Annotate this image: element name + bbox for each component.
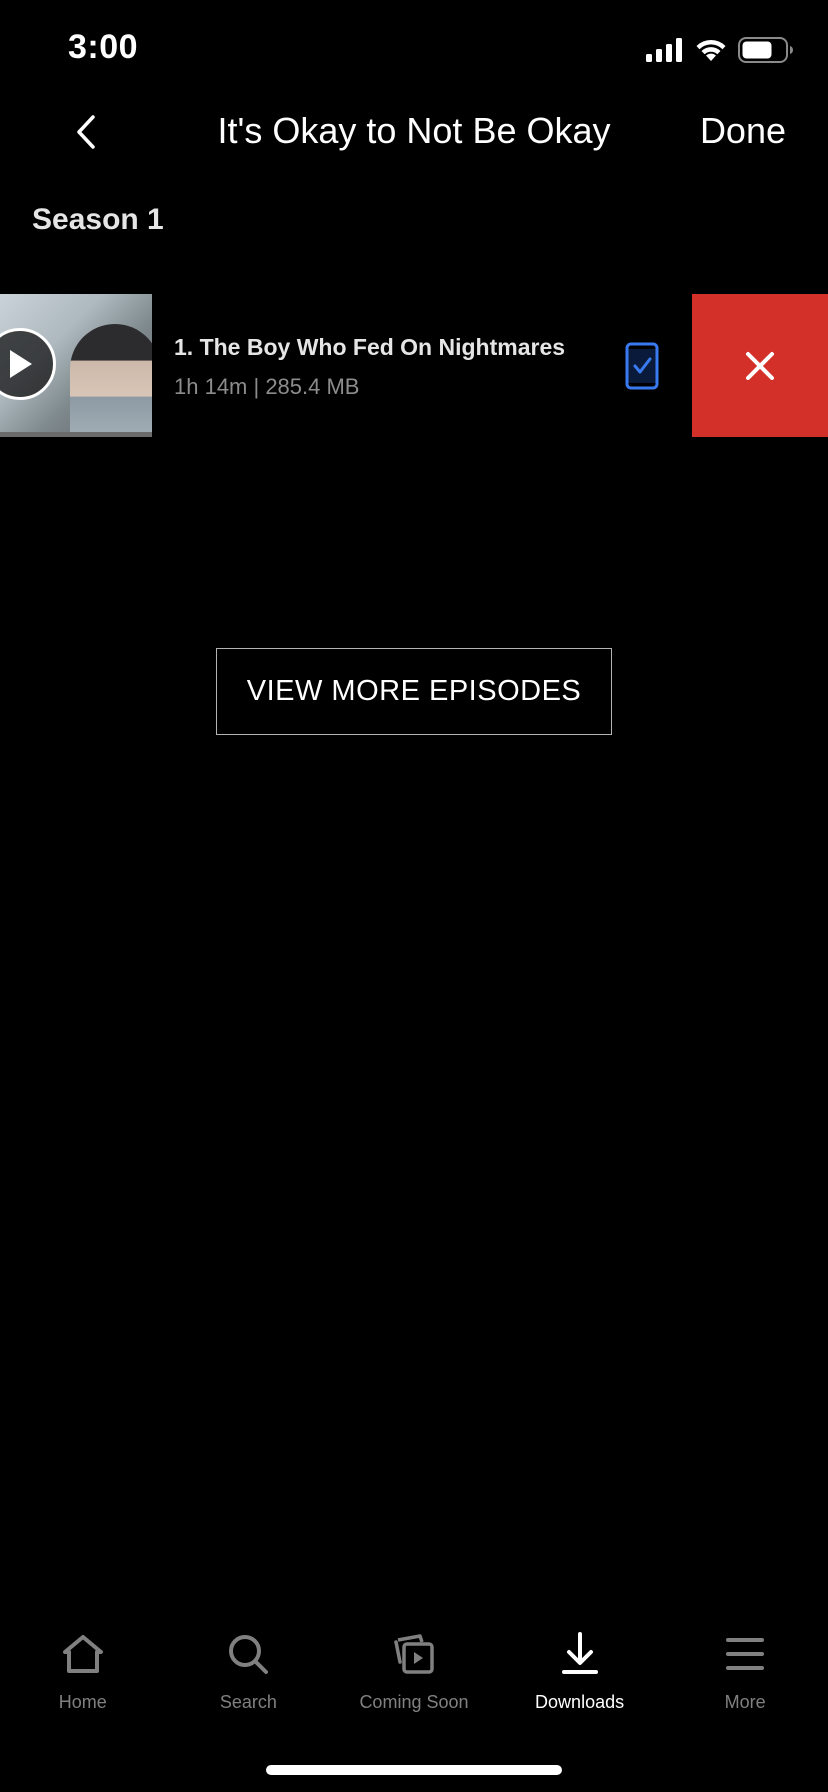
tab-downloads-label: Downloads [535, 1692, 625, 1712]
menu-icon [721, 1630, 769, 1678]
episode-meta: 1h 14m | 285.4 MB [174, 374, 360, 399]
tab-downloads[interactable]: Downloads [497, 1630, 663, 1730]
tab-coming-soon-label: Coming Soon [359, 1692, 469, 1712]
coming-soon-icon [390, 1630, 438, 1678]
play-button[interactable] [0, 328, 56, 400]
battery-icon [738, 37, 793, 63]
watch-progress-bar [0, 432, 152, 437]
tab-home-label: Home [58, 1692, 107, 1712]
tab-home[interactable]: Home [0, 1630, 166, 1730]
tab-more-label: More [724, 1692, 766, 1712]
status-icons [646, 36, 794, 64]
status-bar: 3:00 [0, 0, 828, 100]
tab-bar: Home Search Coming Soon Downloads More [0, 1630, 828, 1730]
episode-thumbnail[interactable] [0, 294, 152, 437]
signal-icon [646, 38, 682, 62]
wifi-icon [696, 39, 726, 61]
done-button[interactable]: Done [700, 110, 786, 152]
tab-search-label: Search [219, 1692, 277, 1712]
home-indicator[interactable] [266, 1765, 562, 1775]
episode-row[interactable]: 1. The Boy Who Fed On Nightmares 1h 14m … [0, 294, 828, 437]
download-icon [556, 1630, 604, 1678]
tab-more[interactable]: More [662, 1630, 828, 1730]
play-icon [10, 350, 32, 378]
home-icon [59, 1630, 107, 1678]
status-time: 3:00 [68, 28, 139, 66]
search-icon [224, 1630, 272, 1678]
view-more-episodes-button[interactable]: VIEW MORE EPISODES [216, 648, 612, 735]
nav-header: It's Okay to Not Be Okay Done [0, 100, 828, 164]
close-icon [746, 351, 774, 380]
delete-button[interactable] [692, 294, 828, 437]
downloaded-device-icon[interactable] [625, 342, 659, 390]
tab-coming-soon[interactable]: Coming Soon [331, 1630, 497, 1730]
tab-search[interactable]: Search [166, 1630, 332, 1730]
thumbnail-person [70, 324, 152, 437]
episode-title: 1. The Boy Who Fed On Nightmares [174, 334, 566, 360]
season-label: Season 1 [32, 203, 164, 236]
